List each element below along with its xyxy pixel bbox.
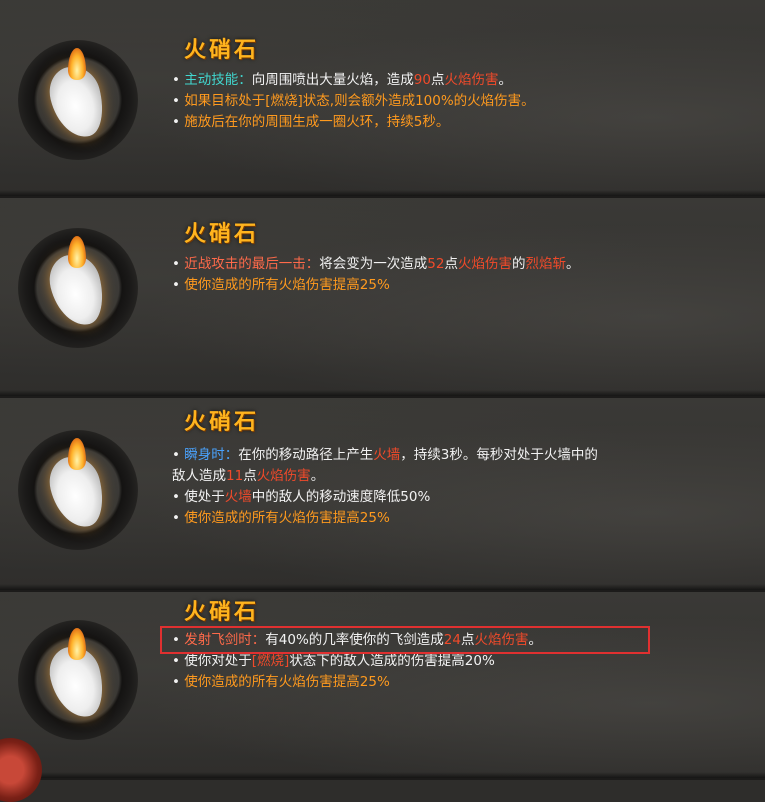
skill-card-4: 火硝石 • 发射飞剑时：有40%的几率使你的飞剑造成24点火焰伤害。 • 使你对… <box>0 592 765 780</box>
card-description: • 近战攻击的最后一击：将会变为一次造成52点火焰伤害的烈焰斩。 • 使你造成的… <box>172 254 579 296</box>
keyword-fire-damage: 火焰伤害 <box>444 72 499 88</box>
desc-line-2: • 如果目标处于[燃烧]状态,则会额外造成100%的火焰伤害。 <box>172 93 535 109</box>
card-description: • 瞬身时：在你的移动路径上产生火墙，持续3秒。每秒对处于火墙中的 敌人造成11… <box>172 445 598 529</box>
fire-stone-icon <box>18 228 138 348</box>
desc-line-2: • 使你对处于[燃烧]状态下的敌人造成的伤害提高20% <box>172 653 495 669</box>
keyword-fire-wall: 火墙 <box>373 447 401 463</box>
keyword-blink: 瞬身时 <box>184 447 225 463</box>
card-title: 火硝石 <box>184 600 260 625</box>
keyword-flame-slash: 烈焰斩 <box>525 256 566 272</box>
skill-card-3: 火硝石 • 瞬身时：在你的移动路径上产生火墙，持续3秒。每秒对处于火墙中的 敌人… <box>0 398 765 592</box>
desc-line-1: • 瞬身时：在你的移动路径上产生火墙，持续3秒。每秒对处于火墙中的 <box>172 447 598 463</box>
card-description: • 主动技能：向周围喷出大量火焰，造成90点火焰伤害。 • 如果目标处于[燃烧]… <box>172 70 535 133</box>
desc-line-3: • 施放后在你的周围生成一圈火环，持续5秒。 <box>172 114 450 130</box>
keyword-burning: [燃烧] <box>251 653 290 669</box>
keyword-active-skill: 主动技能 <box>184 72 239 88</box>
skill-card-2: 火硝石 • 近战攻击的最后一击：将会变为一次造成52点火焰伤害的烈焰斩。 • 使… <box>0 198 765 398</box>
desc-line-3: • 使你造成的所有火焰伤害提高25% <box>172 510 390 526</box>
desc-line-1: • 主动技能：向周围喷出大量火焰，造成90点火焰伤害。 <box>172 72 512 88</box>
keyword-fire-damage: 火焰伤害 <box>256 468 311 484</box>
desc-line-1-cont: 敌人造成11点火焰伤害。 <box>172 468 325 484</box>
keyword-fire-wall: 火墙 <box>224 489 252 505</box>
fire-stone-icon <box>18 620 138 740</box>
desc-line-1: • 近战攻击的最后一击：将会变为一次造成52点火焰伤害的烈焰斩。 <box>172 256 580 272</box>
skill-card-1: 火硝石 • 主动技能：向周围喷出大量火焰，造成90点火焰伤害。 • 如果目标处于… <box>0 0 765 198</box>
card-title: 火硝石 <box>184 222 260 247</box>
keyword-fire-damage: 火焰伤害 <box>457 256 512 272</box>
desc-line-3: • 使你造成的所有火焰伤害提高25% <box>172 674 390 690</box>
desc-line-2: • 使处于火墙中的敌人的移动速度降低50% <box>172 489 431 505</box>
desc-line-2: • 使你造成的所有火焰伤害提高25% <box>172 277 390 293</box>
card-title: 火硝石 <box>184 410 260 435</box>
card-title: 火硝石 <box>184 38 260 63</box>
highlight-box <box>160 626 650 654</box>
fire-stone-icon <box>18 430 138 550</box>
keyword-melee-finisher: 近战攻击的最后一击 <box>184 256 306 272</box>
fire-stone-icon <box>18 40 138 160</box>
